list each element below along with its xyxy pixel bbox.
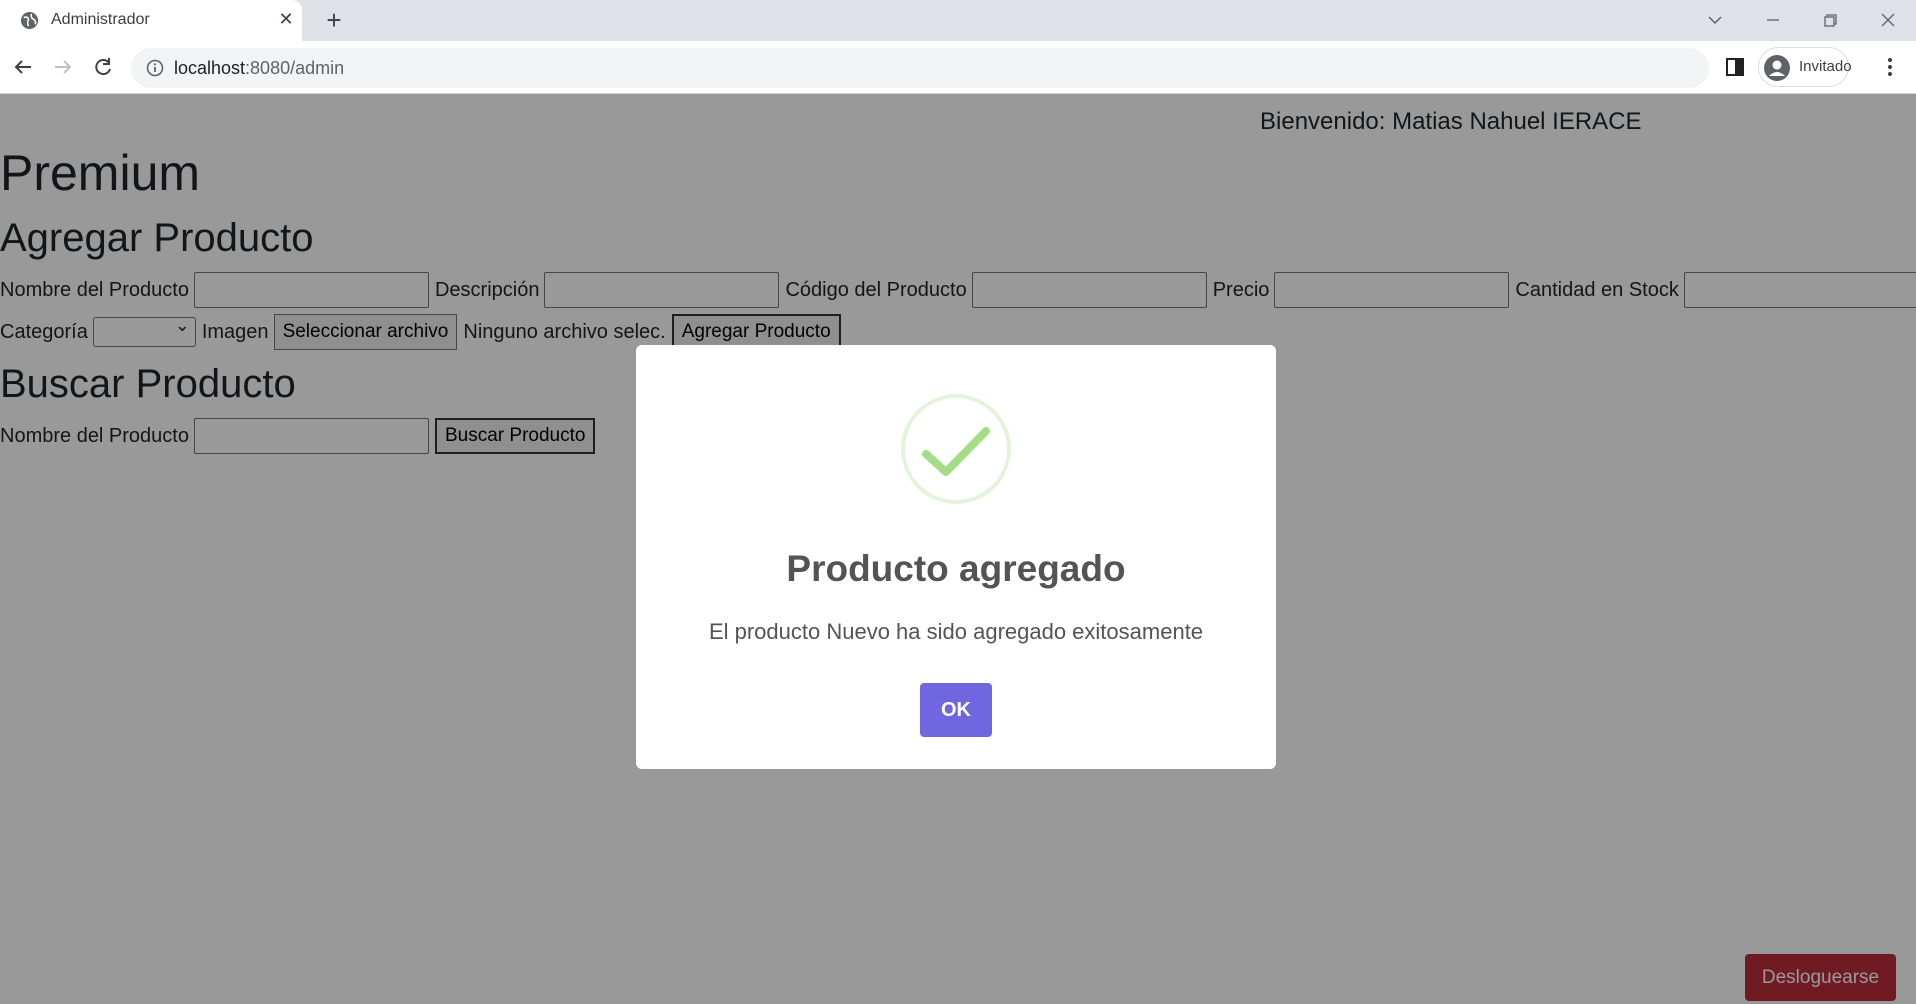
avatar-icon bbox=[1764, 55, 1790, 81]
tab-close-icon[interactable]: ✕ bbox=[276, 9, 296, 29]
close-window-icon[interactable] bbox=[1876, 8, 1900, 32]
browser-tabstrip: Administrador ✕ + bbox=[0, 0, 1916, 41]
ok-button[interactable]: OK bbox=[920, 683, 992, 737]
dialog-title: Producto agregado bbox=[786, 548, 1126, 589]
site-info-icon[interactable] bbox=[145, 58, 165, 78]
globe-icon bbox=[20, 11, 39, 30]
url-path: :8080/admin bbox=[245, 58, 345, 78]
forward-arrow-icon[interactable] bbox=[49, 53, 77, 81]
tab-title: Administrador bbox=[51, 11, 150, 28]
address-bar[interactable]: localhost:8080/admin bbox=[131, 48, 1709, 88]
new-tab-icon[interactable]: + bbox=[320, 6, 348, 34]
url-host: localhost bbox=[174, 58, 246, 78]
browser-toolbar: localhost:8080/admin Invitado bbox=[0, 41, 1916, 94]
profile-button[interactable]: Invitado bbox=[1758, 47, 1852, 87]
success-dialog: Producto agregado El producto Nuevo ha s… bbox=[636, 345, 1276, 769]
profile-label: Invitado bbox=[1799, 58, 1852, 75]
url-text: localhost:8080/admin bbox=[174, 58, 344, 79]
back-arrow-icon[interactable] bbox=[9, 53, 37, 81]
browser-tab[interactable]: Administrador ✕ bbox=[0, 0, 302, 41]
reload-icon[interactable] bbox=[89, 53, 117, 81]
minimize-icon[interactable] bbox=[1761, 8, 1785, 32]
tab-search-chevron-icon[interactable] bbox=[1703, 8, 1727, 32]
more-menu-icon[interactable] bbox=[1878, 54, 1902, 80]
side-panel-icon[interactable] bbox=[1724, 56, 1746, 78]
dialog-message: El producto Nuevo ha sido agregado exito… bbox=[708, 619, 1204, 644]
success-check-icon bbox=[901, 394, 1011, 504]
restore-icon[interactable] bbox=[1818, 8, 1842, 32]
